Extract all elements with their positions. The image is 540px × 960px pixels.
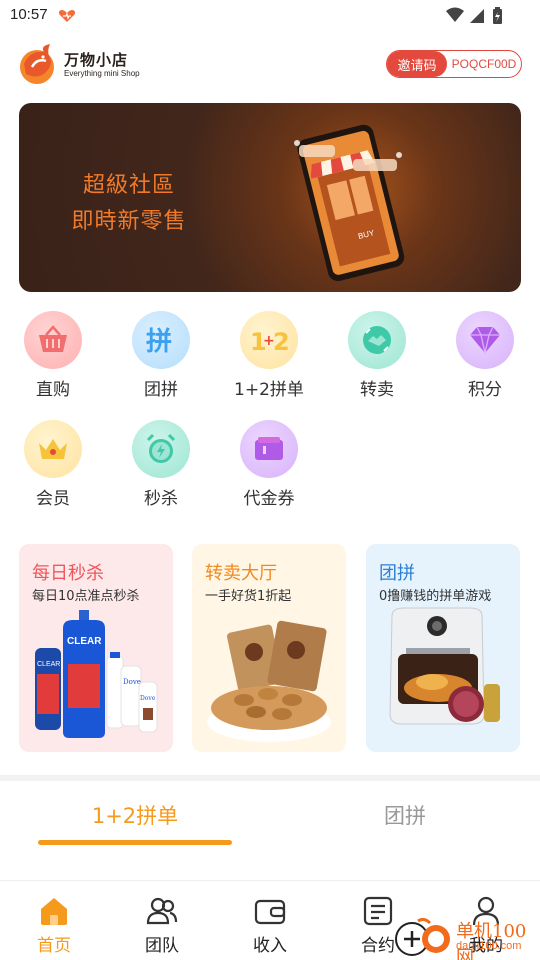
card-title: 每日秒杀 xyxy=(32,563,104,584)
shopping-basket-icon xyxy=(24,311,82,369)
card-group-buy[interactable]: 团拼 0撸赚钱的拼单游戏 xyxy=(366,544,520,752)
voucher-icon xyxy=(240,420,298,478)
grid-label: 会员 xyxy=(36,489,70,509)
grid-item-points[interactable]: 积分 xyxy=(435,311,535,411)
app-header: 万物小店 Everything mini Shop 邀请码 POQCF00D xyxy=(0,40,540,90)
invite-label: 邀请码 xyxy=(387,51,447,77)
logo-subtitle: Everything mini Shop xyxy=(64,69,140,78)
watermark-logo-icon xyxy=(395,917,450,956)
pin-icon: 拼 xyxy=(132,311,190,369)
grid-item-direct-buy[interactable]: 直购 xyxy=(3,311,103,411)
nuts-snack-image xyxy=(207,620,331,742)
grid-label: 直购 xyxy=(36,380,70,400)
grid-item-flash-sale[interactable]: 秒杀 xyxy=(111,420,211,520)
grid-label: 秒杀 xyxy=(144,489,178,509)
team-icon xyxy=(146,897,178,925)
grid-item-one-plus-two[interactable]: 1 + 2 1+2拼单 xyxy=(219,311,319,411)
nav-home[interactable]: 首页 xyxy=(0,881,108,960)
one-plus-two-icon: 1 + 2 xyxy=(240,311,298,369)
card-subtitle: 一手好货1折起 xyxy=(205,589,292,604)
card-daily-flash-sale[interactable]: 每日秒杀 每日10点准点秒杀 CLEAR CLEAR Dove Dove xyxy=(19,544,173,752)
nav-label: 首页 xyxy=(37,936,71,956)
crown-icon xyxy=(24,420,82,478)
banner-line-2: 即時新零售 xyxy=(71,209,187,234)
nav-team[interactable]: 团队 xyxy=(108,881,216,960)
heart-notification-icon xyxy=(58,10,76,22)
site-watermark: 单机100网 danji100.com xyxy=(390,915,540,960)
card-title: 团拼 xyxy=(379,563,415,584)
svg-text:拼: 拼 xyxy=(146,327,172,356)
tab-group-buy[interactable]: 团拼 xyxy=(270,800,540,830)
grid-item-resell[interactable]: 转卖 xyxy=(327,311,427,411)
grid-label: 转卖 xyxy=(360,380,394,400)
card-subtitle: 每日10点准点秒杀 xyxy=(32,589,140,604)
grid-item-membership[interactable]: 会员 xyxy=(3,420,103,520)
nav-label: 团队 xyxy=(145,936,179,956)
tab-one-plus-two[interactable]: 1+2拼单 xyxy=(0,800,270,830)
watermark-text: 单机100网 xyxy=(456,921,527,960)
status-bar: 10:57 xyxy=(0,0,540,32)
product-text: CLEAR xyxy=(37,661,60,668)
fox-logo-icon xyxy=(20,44,54,84)
card-subtitle: 0撸赚钱的拼单游戏 xyxy=(379,589,492,604)
nav-income[interactable]: 收入 xyxy=(216,881,324,960)
card-resell-hall[interactable]: 转卖大厅 一手好货1折起 xyxy=(192,544,346,752)
alarm-clock-icon xyxy=(132,420,190,478)
grid-item-group-buy[interactable]: 拼 团拼 xyxy=(111,311,211,411)
signal-battery-icon xyxy=(446,7,502,24)
logo-title: 万物小店 xyxy=(64,51,129,69)
air-fryer-image xyxy=(389,607,500,725)
product-text: Dove xyxy=(123,678,141,686)
invite-code: POQCF00D xyxy=(451,57,517,71)
banner-line-1: 超級社區 xyxy=(82,173,175,198)
diamond-icon xyxy=(456,311,514,369)
phone-storefront-illustration: BUY xyxy=(294,124,405,282)
watermark-url: danji100.com xyxy=(456,940,522,952)
grid-label: 团拼 xyxy=(144,380,178,400)
promo-banner[interactable]: 超級社區 即時新零售 BUY xyxy=(19,103,521,292)
status-time: 10:57 xyxy=(10,6,48,23)
home-icon xyxy=(41,898,67,925)
svg-text:2: 2 xyxy=(273,328,289,355)
invite-code-badge[interactable]: 邀请码 POQCF00D xyxy=(386,50,522,78)
nav-label: 收入 xyxy=(253,936,287,956)
product-text: Dove xyxy=(140,695,156,702)
shampoo-products-image: CLEAR CLEAR Dove Dove xyxy=(35,610,158,738)
handshake-icon xyxy=(348,311,406,369)
product-text: CLEAR xyxy=(67,636,102,647)
active-tab-indicator xyxy=(38,840,232,845)
grid-label: 积分 xyxy=(468,380,502,400)
grid-label: 代金券 xyxy=(243,489,295,509)
card-title: 转卖大厅 xyxy=(205,563,277,584)
section-divider xyxy=(0,775,540,781)
grid-item-voucher[interactable]: 代金券 xyxy=(219,420,319,520)
grid-label: 1+2拼单 xyxy=(234,380,304,400)
wallet-icon xyxy=(254,899,286,925)
